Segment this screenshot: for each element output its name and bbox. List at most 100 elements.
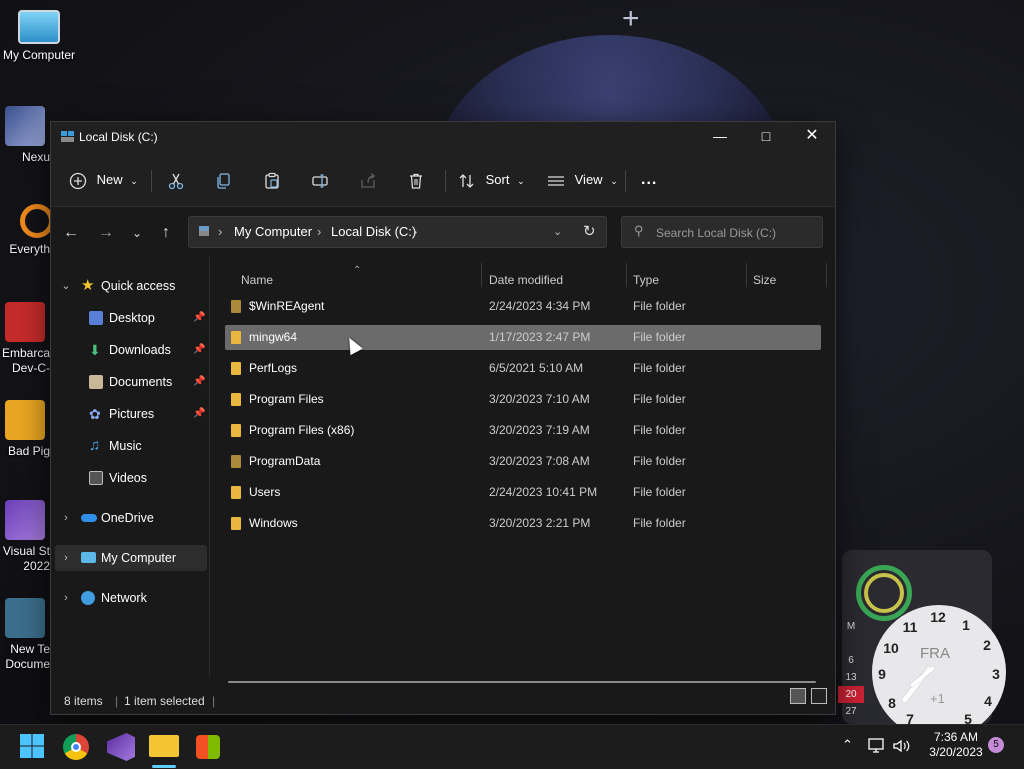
taskbar-clock[interactable]: 7:36 AM 3/20/2023 [920, 730, 992, 760]
start-button[interactable] [19, 733, 47, 761]
visual-studio-taskbar-icon[interactable] [107, 733, 135, 761]
file-list: Name ⌃ Date modified Type Size $WinREAge… [217, 257, 835, 677]
sort-button[interactable]: Sort ⌄ [458, 168, 525, 192]
command-bar: New ⌄ Sort ⌄ View ⌄ ... [51, 154, 835, 207]
refresh-icon[interactable]: ↻ [583, 217, 596, 247]
nav-onedrive[interactable]: › OneDrive [55, 505, 207, 531]
column-separator[interactable] [826, 263, 827, 287]
desktop-icon-everything[interactable]: Everyth [0, 204, 54, 257]
chrome-center [71, 742, 81, 752]
nexus-icon [5, 106, 45, 146]
file-row[interactable]: PerfLogs 6/5/2021 5:10 AM File folder [225, 356, 821, 381]
clipboard-icon [265, 172, 279, 189]
address-dropdown-icon[interactable]: ⌄ [553, 217, 562, 247]
nav-network[interactable]: › Network [55, 585, 207, 611]
breadcrumb-my-computer[interactable]: My Computer [234, 217, 312, 247]
forward-button[interactable]: → [94, 221, 118, 245]
nav-quick-access[interactable]: ⌄ ★ Quick access [55, 273, 207, 299]
rename-button[interactable] [311, 168, 329, 192]
desktop-icon-devcpp[interactable]: Embarca Dev-C- [0, 302, 50, 376]
new-button[interactable]: New ⌄ [69, 168, 138, 192]
breadcrumb-local-disk[interactable]: Local Disk (C:) [331, 217, 416, 247]
back-button[interactable]: ← [59, 221, 83, 245]
minimize-button[interactable]: — [697, 122, 743, 150]
status-selected-count: 1 item selected [124, 694, 205, 708]
column-header-type[interactable]: Type [633, 267, 659, 293]
nav-desktop[interactable]: Desktop 📌 [55, 305, 207, 331]
clock-number: 9 [878, 666, 886, 682]
search-input[interactable] [654, 222, 818, 244]
folder-icon [231, 331, 241, 344]
title-bar[interactable]: Local Disk (C:) — □ ✕ [51, 122, 835, 154]
status-divider: | [212, 694, 216, 708]
file-row[interactable]: ProgramData 3/20/2023 7:08 AM File folde… [225, 449, 821, 474]
more-options-button[interactable]: ... [641, 168, 657, 192]
maximize-button[interactable]: □ [743, 122, 789, 150]
file-row[interactable]: $WinREAgent 2/24/2023 4:34 PM File folde… [225, 294, 821, 319]
file-row[interactable]: Program Files 3/20/2023 7:10 AM File fol… [225, 387, 821, 412]
column-header-size[interactable]: Size [753, 267, 776, 293]
nav-videos[interactable]: Videos [55, 465, 207, 491]
file-name: Windows [249, 516, 298, 530]
file-explorer-taskbar-icon[interactable] [149, 735, 179, 757]
nav-my-computer[interactable]: › My Computer [55, 545, 207, 571]
file-date: 6/5/2021 5:10 AM [489, 361, 584, 375]
file-type: File folder [633, 454, 686, 468]
file-row[interactable]: Windows 3/20/2023 2:21 PM File folder [225, 511, 821, 536]
file-date: 2/24/2023 10:41 PM [489, 485, 598, 499]
up-button[interactable]: ↑ [154, 221, 178, 245]
view-button[interactable]: View ⌄ [547, 168, 618, 192]
copy-icon [217, 172, 230, 189]
file-row-selected[interactable]: mingw64 1/17/2023 2:47 PM File folder [225, 325, 821, 350]
notification-badge[interactable]: 5 [988, 737, 1004, 753]
column-separator[interactable] [626, 263, 627, 287]
column-header-name[interactable]: Name [241, 267, 273, 293]
details-view-button[interactable] [790, 688, 806, 704]
address-bar[interactable]: › My Computer › Local Disk (C:) › ⌄ ↻ [188, 216, 607, 248]
music-icon: ♫ [89, 437, 101, 454]
file-type: File folder [633, 299, 686, 313]
clock-number: 3 [992, 666, 1000, 682]
visual-studio-icon [5, 500, 45, 540]
file-row[interactable]: Users 2/24/2023 10:41 PM File folder [225, 480, 821, 505]
tiles-view-button[interactable] [811, 688, 827, 704]
nav-music[interactable]: ♫ Music [55, 433, 207, 459]
toolbar-separator [151, 170, 152, 192]
desktop-icon-nexus[interactable]: Nexu [0, 106, 50, 165]
nav-documents[interactable]: Documents 📌 [55, 369, 207, 395]
search-box[interactable]: ⚲ [621, 216, 823, 248]
clock-number: 11 [902, 619, 918, 635]
desktop-icon-visual-studio[interactable]: Visual St 2022 [0, 500, 50, 574]
desktop-icon-new-text-document[interactable]: New Te Docume [0, 598, 50, 672]
cut-button[interactable] [167, 168, 185, 192]
file-name: mingw64 [249, 330, 298, 344]
column-separator[interactable] [746, 263, 747, 287]
horizontal-scrollbar[interactable] [228, 681, 816, 683]
file-row[interactable]: Program Files (x86) 3/20/2023 7:19 AM Fi… [225, 418, 821, 443]
wallpaper-plus-icon: + [622, 2, 640, 35]
chrome-icon[interactable] [63, 734, 89, 760]
desktop-icon-bad-piggies[interactable]: Bad Pig [0, 400, 50, 459]
share-button[interactable] [359, 168, 377, 192]
search-icon: ⚲ [634, 223, 644, 238]
column-separator[interactable] [481, 263, 482, 287]
folder-icon [231, 300, 241, 313]
file-explorer-window: Local Disk (C:) — □ ✕ New ⌄ Sort ⌄ View … [50, 121, 836, 715]
delete-button[interactable] [407, 168, 425, 192]
close-button[interactable]: ✕ [789, 122, 835, 150]
copy-button[interactable] [215, 168, 233, 192]
navigation-pane: ⌄ ★ Quick access Desktop 📌 ⬇ Downloads 📌… [51, 257, 210, 677]
nav-pictures[interactable]: ✿ Pictures 📌 [55, 401, 207, 427]
file-date: 3/20/2023 7:10 AM [489, 392, 590, 406]
window-title: Local Disk (C:) [79, 130, 158, 144]
nav-downloads[interactable]: ⬇ Downloads 📌 [55, 337, 207, 363]
clock-number: 5 [964, 711, 972, 724]
desktop-icon-my-computer[interactable]: My Computer [0, 10, 78, 63]
calendar-header: M [846, 621, 856, 632]
store-icon[interactable] [196, 735, 220, 759]
nav-label: Desktop [109, 311, 155, 325]
column-header-date[interactable]: Date modified [489, 267, 563, 293]
file-type: File folder [633, 392, 686, 406]
paste-button[interactable] [263, 168, 281, 192]
recent-locations-button[interactable]: ⌄ [125, 221, 149, 245]
